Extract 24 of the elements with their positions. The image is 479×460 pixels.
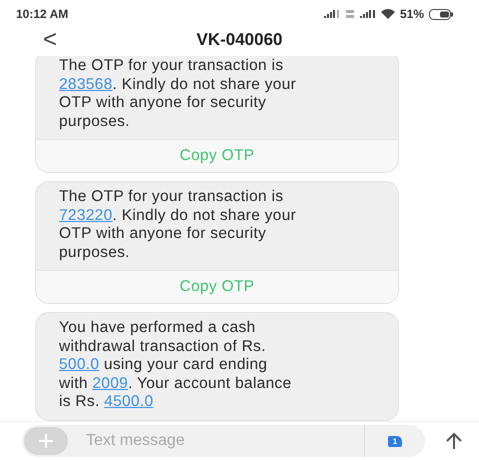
copy-otp-button[interactable]: Copy OTP [36, 270, 398, 303]
message-text: You have performed a cash withdrawal transaction of Rs. 500.0 using your card ending with 2009. Your account balance is Rs. 4500.0 [58, 318, 293, 412]
message-link[interactable]: 2009 [92, 374, 128, 392]
message-text: The OTP for your transaction is 283568. Kindly do not share your OTP with anyone for security purposes. [58, 56, 298, 132]
plus-icon [38, 433, 54, 449]
message-link[interactable]: 283568 [59, 76, 113, 92]
arrow-up-icon [445, 432, 463, 450]
sim-badge[interactable]: 1 [388, 436, 402, 446]
message-input[interactable]: Text message 1 [22, 425, 425, 457]
conversation-title: VK-040060 [195, 30, 284, 50]
wifi-icon [380, 9, 395, 19]
send-button[interactable] [445, 432, 463, 450]
back-button[interactable]: < [40, 26, 60, 54]
status-time: 10:12 AM [16, 7, 68, 21]
battery-icon [429, 8, 453, 20]
message-link[interactable]: 4500.0 [104, 393, 154, 410]
signal-icon [324, 10, 340, 18]
message-text: The OTP for your transaction is 723220. Kindly do not share your OTP with anyone for security purposes. [58, 187, 298, 262]
message-link[interactable]: 500.0 [59, 356, 100, 373]
message-link[interactable]: 723220 [59, 206, 113, 224]
signal-icon [360, 10, 376, 18]
network-type-icon [344, 10, 355, 18]
battery-percent: 51% [400, 7, 424, 21]
copy-otp-button[interactable]: Copy OTP [36, 139, 398, 172]
